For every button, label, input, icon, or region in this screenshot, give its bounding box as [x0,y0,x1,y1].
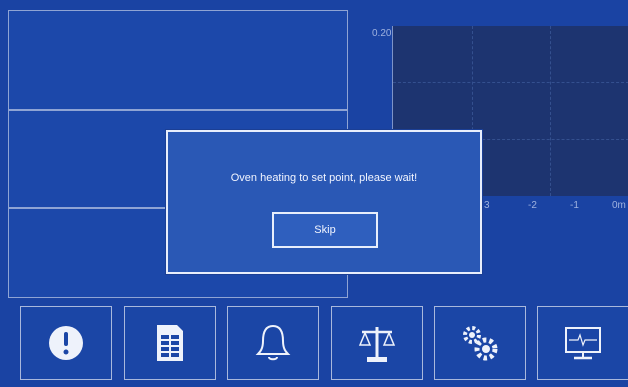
alert-button[interactable] [20,306,112,380]
x-tick-label: 0m [612,200,626,211]
settings-button[interactable] [434,306,526,380]
bottom-toolbar [0,300,628,387]
dialog-message: Oven heating to set point, please wait! [230,172,418,184]
monitor-button[interactable] [537,306,628,380]
exclamation-circle-icon [49,326,83,360]
x-tick-label: -2 [528,200,537,211]
chart-y-top-label: 0.20 [372,28,392,39]
monitor-icon [565,327,601,360]
x-tick-label: 3 [484,200,490,211]
bell-icon [255,324,291,361]
x-tick-label: -1 [570,200,579,211]
grid-line [550,26,551,196]
gears-icon [463,326,498,361]
report-button[interactable] [124,306,216,380]
screen: 0.20 3 -2 -1 0m Oven heating to set poin… [0,0,628,387]
skip-button[interactable]: Skip [272,212,378,248]
grid-line [393,82,628,83]
info-box-top [8,10,348,110]
balance-button[interactable] [331,306,423,380]
scale-icon [358,327,396,362]
alarm-button[interactable] [227,306,319,380]
oven-heating-dialog: Oven heating to set point, please wait! … [166,130,482,274]
document-icon [157,325,183,361]
